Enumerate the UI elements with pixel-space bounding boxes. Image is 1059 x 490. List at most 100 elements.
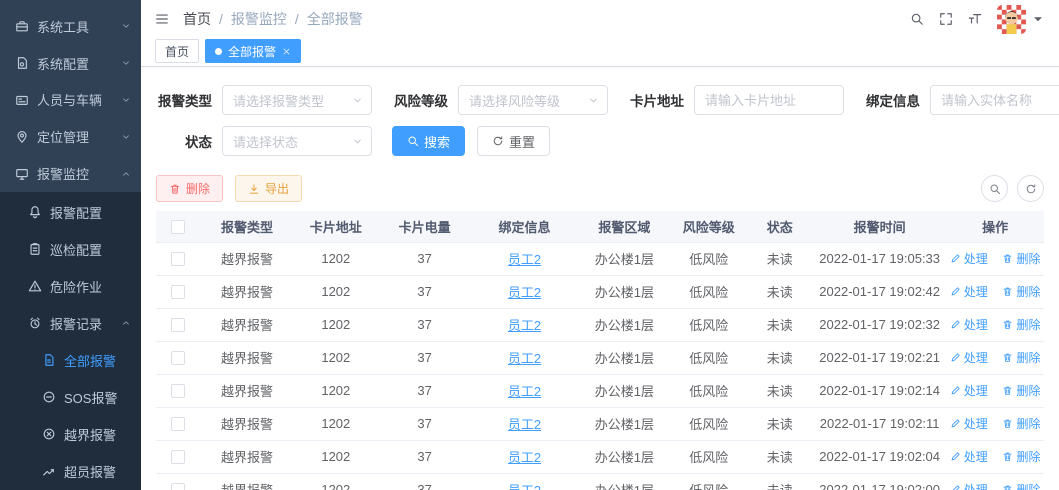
binding-cell: 员工2 (471, 341, 578, 375)
binding-link[interactable]: 员工2 (508, 285, 541, 300)
status-cell: 未读 (746, 374, 814, 408)
risk-cell: 低风险 (671, 241, 747, 276)
location-icon (15, 130, 29, 144)
breadcrumb-separator: / (219, 11, 223, 27)
col-binding: 绑定信息 (471, 211, 578, 242)
tab-all-alarms[interactable]: 全部报警 (205, 39, 302, 63)
user-menu[interactable] (997, 4, 1045, 34)
chevron-down-icon (121, 21, 131, 31)
time-cell: 2022-01-17 19:05:33 (813, 241, 947, 276)
reset-button[interactable]: 重置 (477, 126, 551, 156)
breadcrumb-home[interactable]: 首页 (183, 9, 211, 29)
alarm-type-cell: 越界报警 (200, 440, 294, 474)
binding-cell: 员工2 (471, 440, 578, 474)
font-size-icon[interactable] (968, 12, 982, 26)
alarm-type-cell: 越界报警 (200, 374, 294, 408)
status-select[interactable]: 请选择状态 (222, 126, 372, 156)
row-checkbox[interactable] (171, 285, 186, 300)
sidebar-item-system-tools[interactable]: 系统工具 (0, 8, 141, 45)
handle-link[interactable]: 处理 (950, 250, 988, 267)
binding-link[interactable]: 员工2 (508, 351, 541, 366)
sidebar-item-overstaff-alarms[interactable]: 超员报警 (0, 453, 141, 490)
table-search-button[interactable] (981, 175, 1008, 202)
row-checkbox[interactable] (171, 450, 186, 465)
battery-cell: 37 (377, 374, 472, 408)
risk-level-select[interactable]: 请选择风险等级 (458, 85, 608, 115)
row-delete-link[interactable]: 删除 (1002, 283, 1040, 300)
binding-cell: 员工2 (471, 308, 578, 342)
refresh-icon (492, 135, 504, 147)
edit-icon (950, 253, 961, 264)
row-checkbox[interactable] (171, 483, 186, 490)
breadcrumb-section: 报警监控 (230, 11, 287, 27)
row-delete-link[interactable]: 删除 (1002, 415, 1040, 432)
tab-home[interactable]: 首页 (155, 39, 200, 63)
sidebar-item-label: 系统配置 (37, 56, 90, 72)
table-refresh-button[interactable] (1017, 175, 1044, 202)
binding-info-input[interactable] (930, 85, 1059, 115)
sidebar-item-system-config[interactable]: 系统配置 (0, 45, 141, 82)
sidebar-item-boundary-alarms[interactable]: 越界报警 (0, 416, 141, 453)
search-icon[interactable] (910, 12, 924, 26)
sidebar-item-danger-work[interactable]: 危险作业 (0, 268, 141, 305)
sidebar-item-alarm-monitor[interactable]: 报警监控 (0, 155, 141, 192)
row-delete-link[interactable]: 删除 (1002, 316, 1040, 333)
row-delete-link[interactable]: 删除 (1002, 250, 1040, 267)
card-address-input[interactable] (694, 85, 844, 115)
tab-label: 全部报警 (228, 44, 277, 59)
handle-link[interactable]: 处理 (950, 448, 988, 465)
row-checkbox[interactable] (171, 384, 186, 399)
sidebar-item-location-mgmt[interactable]: 定位管理 (0, 118, 141, 155)
status-cell: 未读 (746, 440, 814, 474)
risk-cell: 低风险 (671, 374, 747, 408)
export-button[interactable]: 导出 (235, 175, 303, 202)
handle-link[interactable]: 处理 (950, 349, 988, 366)
handle-link-label: 处理 (963, 384, 988, 398)
handle-link[interactable]: 处理 (950, 382, 988, 399)
select-all-checkbox[interactable] (171, 220, 186, 235)
binding-link[interactable]: 员工2 (508, 450, 541, 465)
select-placeholder: 请选择风险等级 (469, 93, 561, 109)
filter-risk-level: 风险等级 请选择风险等级 (392, 85, 608, 115)
hamburger-icon[interactable] (155, 12, 169, 26)
row-checkbox[interactable] (171, 252, 186, 267)
sidebar-item-all-alarms[interactable]: 全部报警 (0, 342, 141, 379)
trash-icon (1002, 253, 1013, 264)
edit-icon (950, 385, 961, 396)
handle-link[interactable]: 处理 (950, 481, 988, 490)
fullscreen-icon[interactable] (939, 12, 953, 26)
delete-link-label: 删除 (1016, 417, 1041, 431)
row-delete-link[interactable]: 删除 (1002, 481, 1040, 490)
delete-button[interactable]: 删除 (156, 175, 224, 202)
row-checkbox[interactable] (171, 351, 186, 366)
sidebar-item-sos-alarms[interactable]: SOS报警 (0, 379, 141, 416)
close-icon[interactable] (282, 47, 291, 56)
alarm-type-select[interactable]: 请选择报警类型 (222, 85, 372, 115)
sidebar-item-alarm-records[interactable]: 报警记录 (0, 305, 141, 342)
card-address-cell: 1202 (293, 241, 378, 276)
search-button[interactable]: 搜索 (392, 126, 466, 156)
row-checkbox[interactable] (171, 417, 186, 432)
handle-link[interactable]: 处理 (950, 316, 988, 333)
row-delete-link[interactable]: 删除 (1002, 349, 1040, 366)
row-delete-link[interactable]: 删除 (1002, 448, 1040, 465)
sidebar-item-inspection-config[interactable]: 巡检配置 (0, 231, 141, 268)
row-checkbox[interactable] (171, 318, 186, 333)
sidebar-item-alarm-config[interactable]: 报警配置 (0, 194, 141, 231)
binding-link[interactable]: 员工2 (508, 318, 541, 333)
breadcrumb-current: 全部报警 (306, 11, 363, 27)
binding-link[interactable]: 员工2 (508, 417, 541, 432)
trash-icon (169, 183, 181, 195)
sidebar-item-people-vehicles[interactable]: 人员与车辆 (0, 82, 141, 119)
risk-cell: 低风险 (671, 308, 747, 342)
row-delete-link[interactable]: 删除 (1002, 382, 1040, 399)
binding-link[interactable]: 员工2 (508, 483, 541, 490)
handle-link[interactable]: 处理 (950, 415, 988, 432)
col-status: 状态 (746, 211, 814, 242)
status-cell: 未读 (746, 473, 814, 490)
alarm-clock-icon (28, 316, 42, 330)
binding-link[interactable]: 员工2 (508, 384, 541, 399)
handle-link[interactable]: 处理 (950, 283, 988, 300)
binding-link[interactable]: 员工2 (508, 252, 541, 267)
risk-cell: 低风险 (671, 341, 747, 375)
